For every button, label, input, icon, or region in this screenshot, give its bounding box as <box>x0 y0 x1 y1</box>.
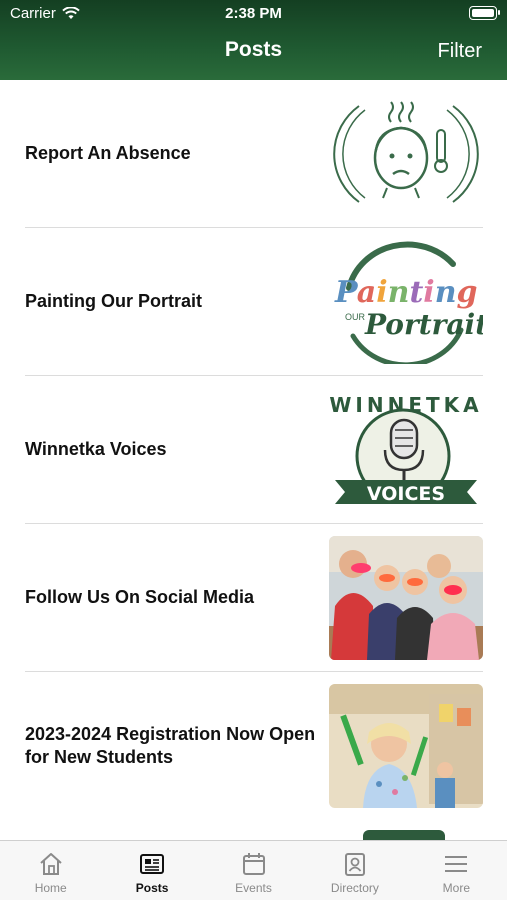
post-title: Painting Our Portrait <box>25 291 203 311</box>
post-item-social-media[interactable]: Follow Us On Social Media <box>25 524 483 672</box>
svg-text:VOICES: VOICES <box>367 483 445 505</box>
contact-card-icon <box>341 851 369 877</box>
battery-icon <box>469 6 500 20</box>
tab-more[interactable]: More <box>406 841 507 900</box>
post-item-report-absence[interactable]: Report An Absence <box>25 80 483 228</box>
filter-button[interactable]: Filter <box>438 40 482 63</box>
sick-face-thermometer-icon <box>329 92 483 216</box>
status-time: 2:38 PM <box>225 5 282 22</box>
tab-home[interactable]: Home <box>0 841 101 900</box>
post-title: 2023-2024 Registration Now Open for New … <box>25 724 316 767</box>
tab-label: Home <box>34 881 67 895</box>
tab-label: Posts <box>135 881 169 895</box>
tab-directory[interactable]: Directory <box>304 841 405 900</box>
child-classroom-photo <box>329 684 483 808</box>
post-item-winnetka-voices[interactable]: Winnetka Voices WINNETKA VOICES <box>25 376 483 524</box>
status-bar: Carrier 2:38 PM <box>0 0 507 28</box>
tab-label: Events <box>235 881 272 895</box>
home-icon <box>37 851 65 877</box>
svg-text:Painting: Painting <box>334 275 478 310</box>
tab-label: More <box>442 881 470 895</box>
tab-posts[interactable]: Posts <box>101 841 202 900</box>
news-icon <box>138 851 166 877</box>
svg-text:Portrait: Portrait <box>364 308 483 341</box>
tab-bar: Home Posts Events Directory More <box>0 840 507 900</box>
svg-text:OUR: OUR <box>345 312 366 322</box>
painting-our-portrait-logo: Painting OUR Portrait <box>329 240 483 364</box>
post-item-registration[interactable]: 2023-2024 Registration Now Open for New … <box>25 672 483 820</box>
post-title: Follow Us On Social Media <box>25 587 255 607</box>
kids-photo <box>329 535 483 660</box>
partial-thumb <box>25 820 483 840</box>
page-title: Posts <box>224 38 283 61</box>
app-header: Carrier 2:38 PM Posts Filter <box>0 0 507 80</box>
post-item-painting-portrait[interactable]: Painting Our Portrait Painting OUR Portr… <box>25 228 483 376</box>
menu-icon <box>442 851 470 877</box>
calendar-icon <box>240 851 268 877</box>
tab-label: Directory <box>330 881 379 895</box>
post-item-partial[interactable] <box>25 820 483 840</box>
tab-events[interactable]: Events <box>203 841 304 900</box>
post-title: Winnetka Voices <box>25 439 167 459</box>
posts-list[interactable]: Report An Absence Painting Our Portrait … <box>0 80 507 840</box>
post-title: Report An Absence <box>25 143 191 163</box>
winnetka-voices-logo: WINNETKA VOICES <box>329 388 483 512</box>
